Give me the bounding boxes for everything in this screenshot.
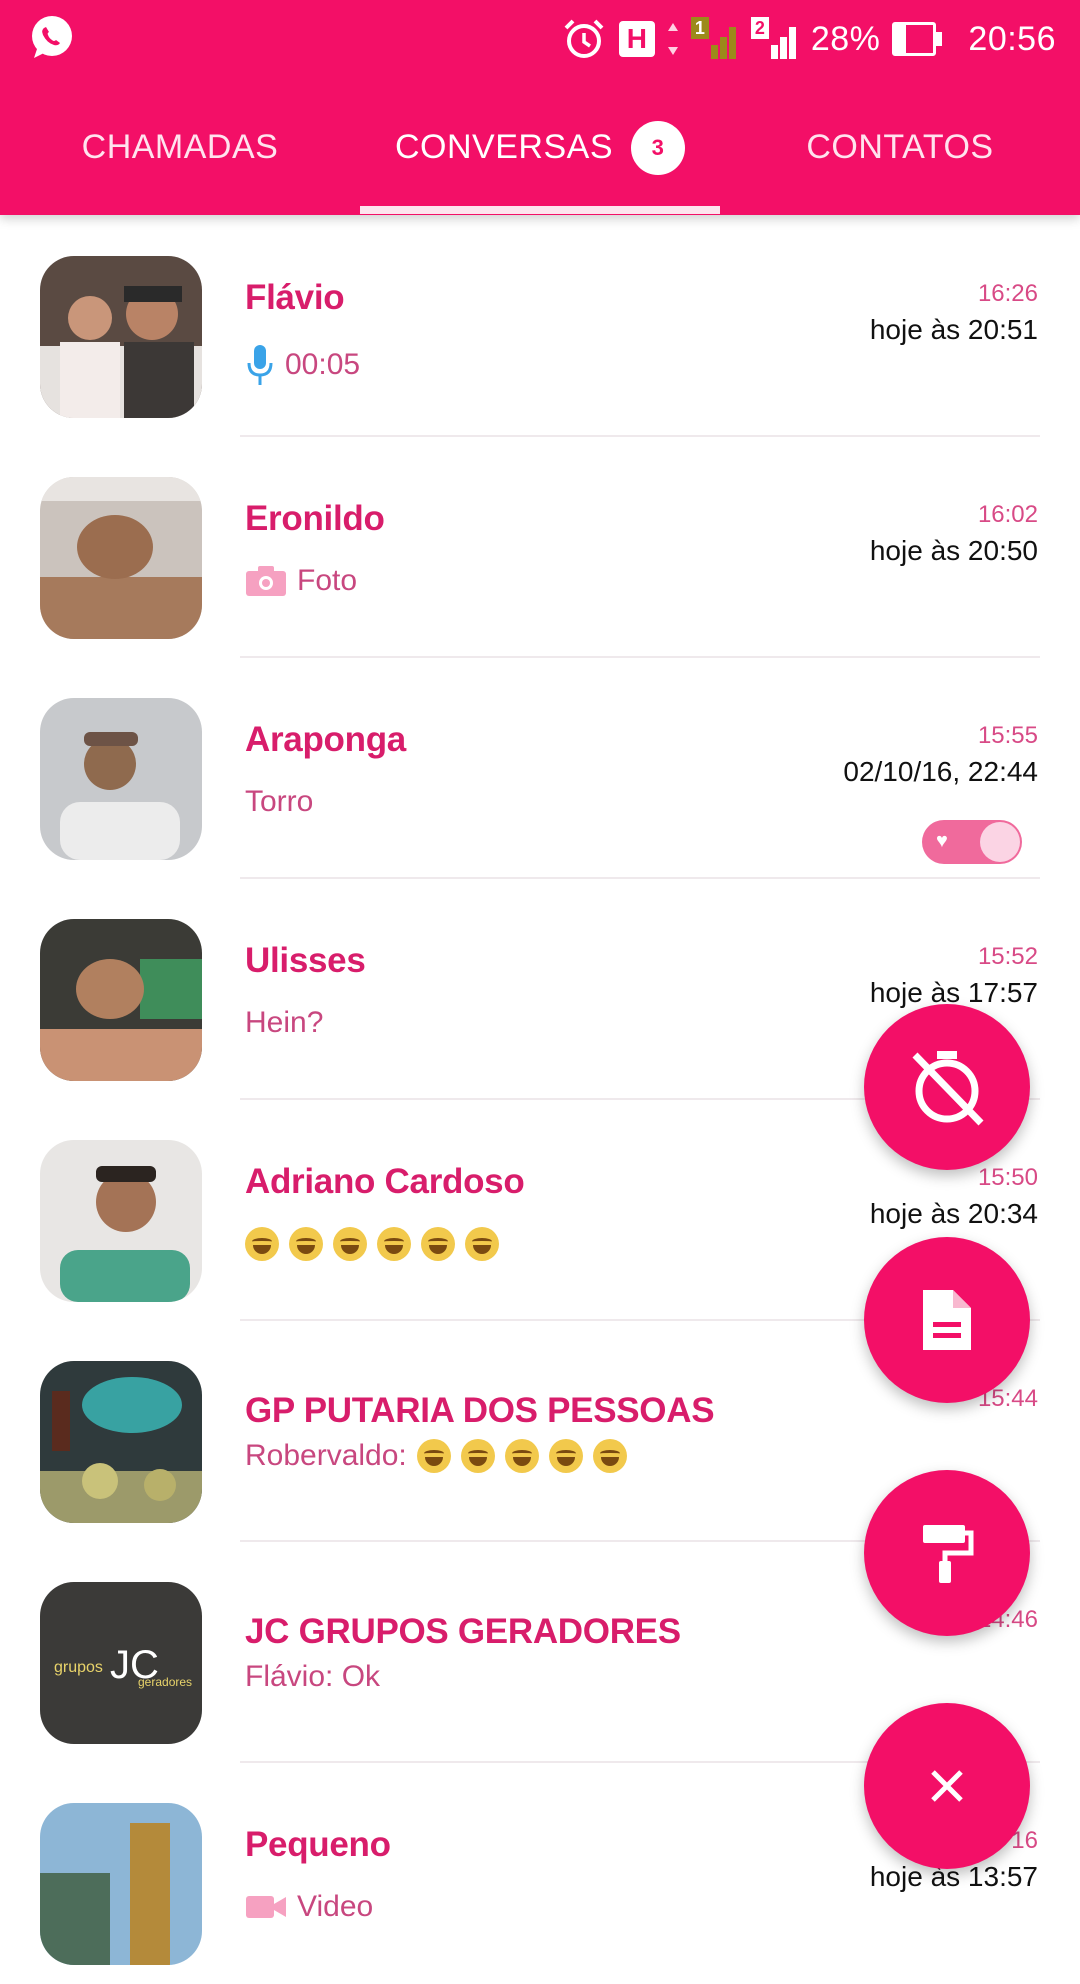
close-fab-button[interactable] (864, 1703, 1030, 1869)
chat-preview: Foto (245, 564, 357, 598)
chat-time: 16:02 (977, 501, 1038, 528)
laughing-emoji-icon (592, 1439, 627, 1473)
unread-badge: 3 (631, 120, 685, 175)
theme-button[interactable] (864, 1470, 1030, 1636)
status-bar: H 1 2 28% 20:56 (0, 0, 1080, 80)
avatar[interactable] (40, 1803, 202, 1965)
laughing-emoji-icon (289, 1227, 323, 1261)
alarm-icon (564, 19, 604, 58)
laughing-emoji-icon (245, 1227, 279, 1261)
chat-time: 15:52 (977, 943, 1038, 970)
chat-row[interactable]: Eronildo Foto 16:02 hoje às 20:50 (0, 437, 1080, 658)
chat-last-seen: 02/10/16, 22:44 (843, 756, 1038, 787)
chat-last-seen: hoje às 20:34 (869, 1198, 1038, 1229)
paint-roller-icon (923, 1525, 974, 1583)
timer-off-button[interactable] (864, 1004, 1030, 1170)
clock: 20:56 (968, 19, 1056, 58)
chat-name: Adriano Cardoso (245, 1162, 525, 1201)
laughing-emoji-icon (377, 1227, 411, 1261)
emoji-row (245, 1227, 499, 1261)
chat-name: JC GRUPOS GERADORES (245, 1612, 681, 1651)
tab-contatos[interactable]: CONTATOS (720, 80, 1080, 215)
tab-chamadas[interactable]: CHAMADAS (0, 80, 360, 215)
data-arrows-icon (667, 23, 678, 55)
chat-time: 16:26 (977, 280, 1038, 307)
chat-name: Araponga (245, 720, 406, 759)
smiley-icon (980, 822, 1020, 862)
sim1-signal-icon: 1 (690, 17, 739, 61)
camera-icon (246, 566, 286, 596)
sim2-signal-icon: 2 (750, 17, 799, 61)
laughing-emoji-icon (465, 1227, 499, 1261)
chat-name: Ulisses (245, 941, 366, 980)
avatar[interactable] (40, 1140, 202, 1302)
chat-preview (245, 1227, 499, 1261)
chat-preview: Hein? (245, 1006, 324, 1039)
tab-bar: CHAMADAS CONVERSAS 3 CONTATOS (0, 80, 1080, 215)
chat-row[interactable]: Flávio 00:05 16:26 hoje às 20:51 (0, 216, 1080, 437)
laughing-emoji-icon (416, 1439, 451, 1473)
chat-name: Eronildo (245, 499, 385, 538)
chat-preview: 00:05 (245, 343, 360, 387)
chat-preview: Robervaldo: (245, 1439, 627, 1473)
chat-time: 15:55 (977, 722, 1038, 749)
mic-icon (247, 345, 273, 385)
chat-last-seen: hoje às 20:50 (869, 535, 1038, 566)
laughing-emoji-icon (421, 1227, 455, 1261)
laughing-emoji-icon (333, 1227, 367, 1261)
heart-icon: ♥ (936, 830, 948, 852)
avatar[interactable] (40, 698, 202, 860)
chat-name: Flávio (245, 278, 345, 317)
battery-percent: 28% (810, 19, 881, 58)
video-icon (246, 1896, 286, 1918)
tab-conversas[interactable]: CONVERSAS 3 (360, 80, 720, 215)
document-button[interactable] (864, 1237, 1030, 1403)
timer-off-icon (912, 1051, 984, 1126)
chat-preview: Torro (245, 785, 314, 818)
app-header: H 1 2 28% 20:56 CHAMADAS CONVERSAS 3 CON… (0, 0, 1080, 215)
svg-text:grupos: grupos (54, 1659, 103, 1676)
chat-name: GP PUTARIA DOS PESSOAS (245, 1391, 715, 1430)
close-icon (931, 1770, 963, 1802)
svg-text:geradores: geradores (138, 1675, 192, 1689)
emoji-row (416, 1439, 627, 1473)
chat-name: Pequeno (245, 1825, 391, 1864)
avatar[interactable] (40, 919, 202, 1081)
chat-time: 15:50 (977, 1164, 1038, 1191)
battery-icon (892, 22, 943, 56)
chat-last-seen: hoje às 20:51 (869, 314, 1038, 345)
status-icons: H 1 2 28% 20:56 (561, 14, 1056, 64)
avatar[interactable] (40, 256, 202, 418)
chat-row[interactable]: Araponga Torro 15:55 02/10/16, 22:44 ♥ (0, 658, 1080, 879)
tab-indicator (360, 206, 720, 214)
avatar[interactable]: grupos JC geradores (40, 1582, 202, 1744)
laughing-emoji-icon (504, 1439, 539, 1473)
avatar[interactable] (40, 477, 202, 639)
chat-preview: Flávio: Ok (245, 1660, 381, 1693)
laughing-emoji-icon (460, 1439, 495, 1473)
mood-toggle[interactable]: ♥ (922, 820, 1022, 864)
laughing-emoji-icon (548, 1439, 583, 1473)
document-icon (923, 1290, 971, 1350)
chat-preview: Video (245, 1890, 373, 1924)
avatar[interactable] (40, 1361, 202, 1523)
h-network-icon: H (618, 21, 655, 57)
whatsapp-icon (32, 16, 72, 58)
